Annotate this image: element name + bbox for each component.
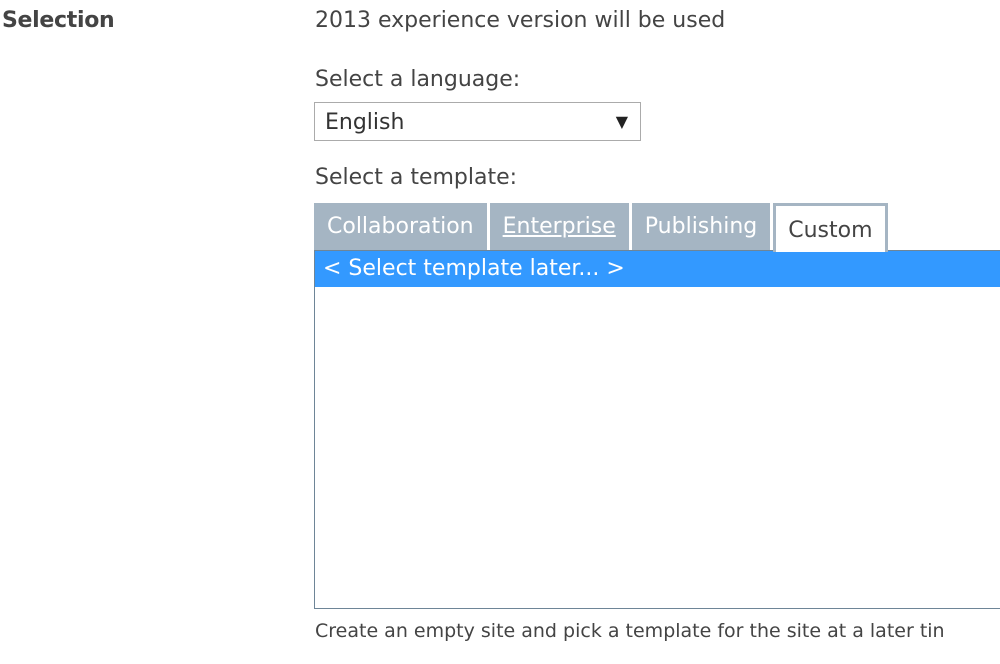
template-tabs: Collaboration Enterprise Publishing Cust… [314,203,891,252]
language-select[interactable]: English ▼ [314,102,641,141]
tab-collaboration[interactable]: Collaboration [314,203,487,251]
tab-enterprise[interactable]: Enterprise [489,203,629,251]
language-label: Select a language: [315,67,521,92]
tab-custom[interactable]: Custom [773,203,888,252]
site-template-selection-page: Selection 2013 experience version will b… [0,0,1000,664]
tab-publishing-label: Publishing [644,214,758,239]
template-description: Create an empty site and pick a template… [315,620,945,642]
tab-enterprise-label: Enterprise [502,214,616,239]
template-label: Select a template: [315,165,518,190]
section-heading: Selection [2,8,115,33]
list-item-select-template-later[interactable]: < Select template later... > [315,251,1000,287]
experience-version-text: 2013 experience version will be used [315,8,726,33]
dropdown-arrow-icon: ▼ [615,112,628,131]
tab-custom-label: Custom [788,218,873,243]
tab-collaboration-label: Collaboration [327,214,474,239]
template-listbox[interactable]: < Select template later... > [314,250,1000,609]
language-select-value: English [325,110,405,135]
tab-publishing[interactable]: Publishing [631,203,771,251]
